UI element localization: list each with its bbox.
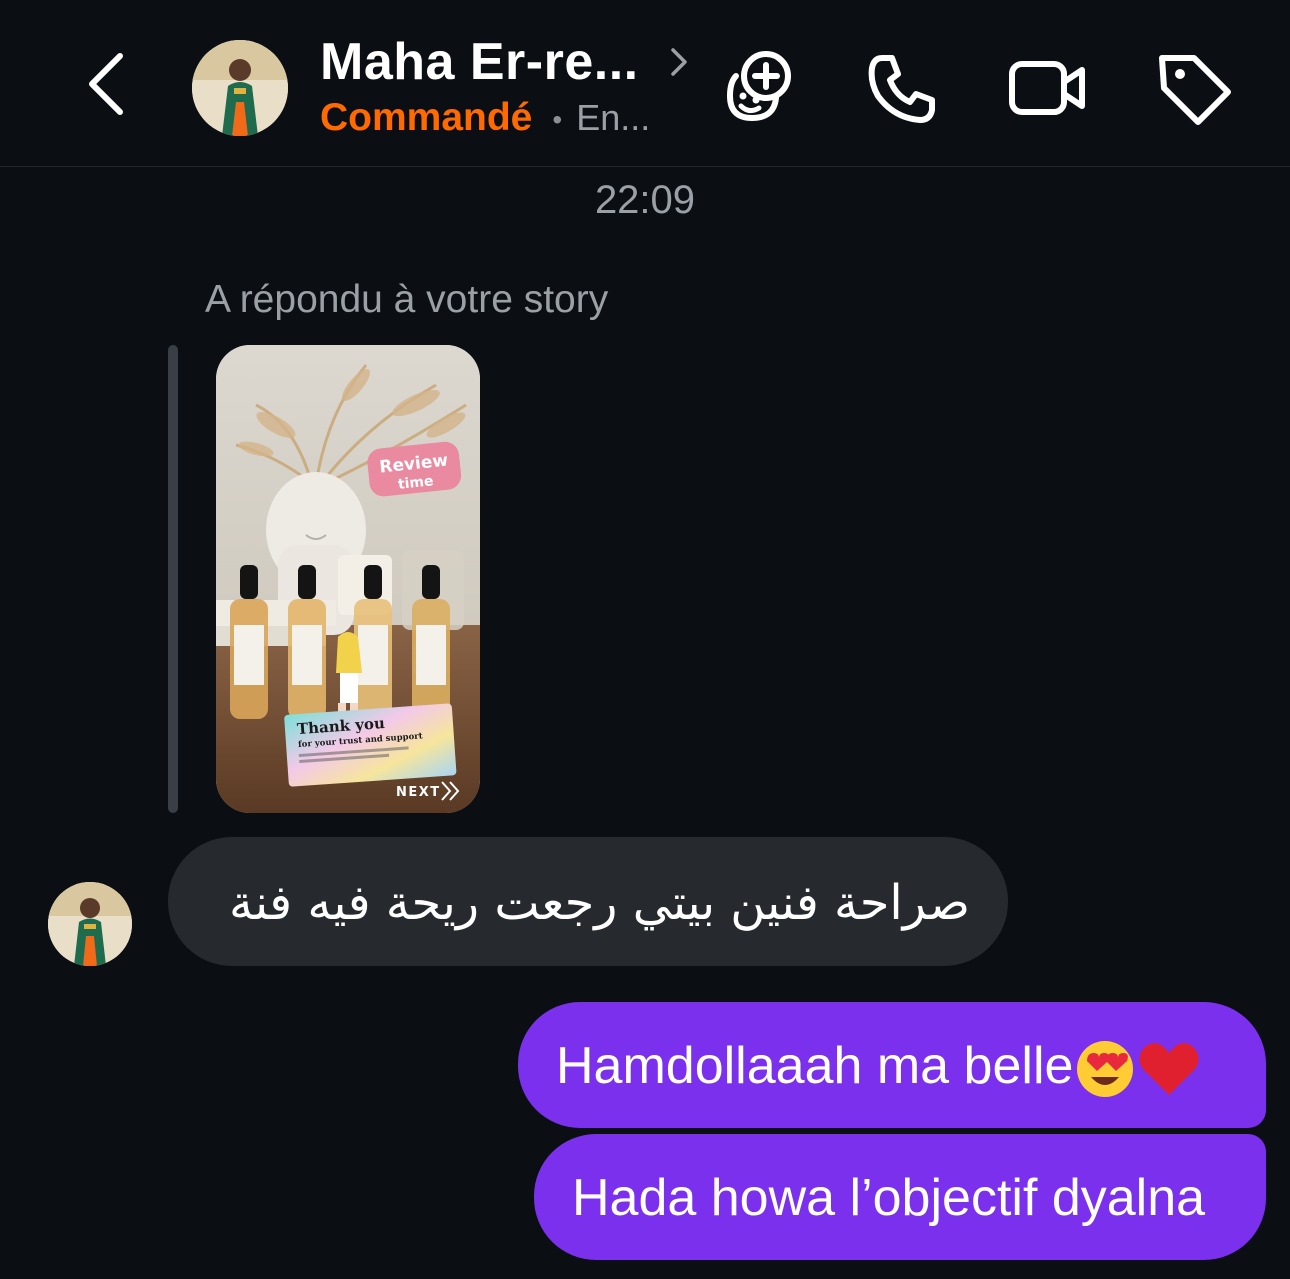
tag-icon[interactable] xyxy=(1152,46,1236,130)
contact-subline: Commandé • En... xyxy=(320,96,650,140)
extra-status-label[interactable]: En... xyxy=(576,97,650,138)
order-status-label[interactable]: Commandé xyxy=(320,96,532,139)
separator-dot: • xyxy=(552,103,563,135)
chevron-left-icon xyxy=(89,53,123,115)
outgoing-message-body: Hamdollaaah ma belle xyxy=(556,1037,1074,1095)
back-button[interactable] xyxy=(78,48,138,120)
heart-eyes-emoji-icon xyxy=(1077,1041,1134,1098)
outgoing-message-text: Hamdollaaah ma belle xyxy=(556,1036,1201,1099)
chevron-right-icon[interactable] xyxy=(664,42,694,82)
video-camera-icon[interactable] xyxy=(1006,46,1090,130)
games-add-icon[interactable] xyxy=(716,46,800,130)
contact-name[interactable]: Maha Er-re... xyxy=(320,32,639,92)
story-reply-label: A répondu à votre story xyxy=(205,278,609,321)
red-heart-emoji-icon xyxy=(1139,1043,1199,1096)
quote-bar xyxy=(168,345,178,813)
sender-avatar[interactable] xyxy=(48,882,132,966)
story-thumbnail[interactable]: Review time Thank you for your trust and… xyxy=(216,345,480,813)
incoming-message-text: صراحة فنين بيتي رجعت ريحة فيه فنة xyxy=(228,875,970,931)
contact-avatar[interactable] xyxy=(192,40,288,136)
phone-icon[interactable] xyxy=(860,46,944,130)
message-timestamp: 22:09 xyxy=(594,178,696,222)
chat-header: Maha Er-re... Commandé • En... xyxy=(0,0,1290,167)
outgoing-message-text: Hada howa l’objectif dyalna xyxy=(572,1169,1206,1227)
outgoing-message[interactable]: Hamdollaaah ma belle xyxy=(518,1002,1266,1128)
story-next-label: NEXT xyxy=(396,785,441,800)
outgoing-message[interactable]: Hada howa l’objectif dyalna xyxy=(534,1134,1266,1260)
incoming-message[interactable]: صراحة فنين بيتي رجعت ريحة فيه فنة xyxy=(168,837,1008,966)
